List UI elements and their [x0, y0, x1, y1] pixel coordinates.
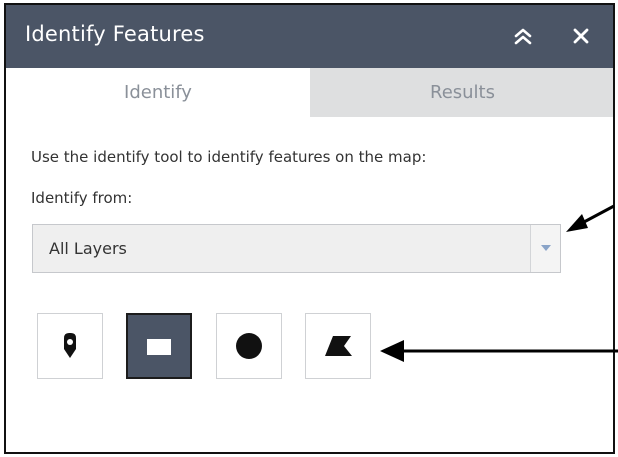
- polygon-tool-button[interactable]: [305, 313, 371, 379]
- tab-bar: Identify Results: [6, 68, 613, 117]
- layer-select-arrow[interactable]: [530, 225, 560, 272]
- collapse-button[interactable]: [511, 24, 535, 48]
- rectangle-tool-button[interactable]: [126, 313, 192, 379]
- identify-features-panel: Identify Features Identify Results Use t…: [4, 3, 615, 454]
- dropdown-arrow-icon: [541, 245, 551, 251]
- close-button[interactable]: [569, 24, 593, 48]
- identify-from-label: Identify from:: [31, 189, 133, 207]
- panel-header: Identify Features: [6, 5, 613, 68]
- tab-identify[interactable]: Identify: [6, 68, 310, 117]
- circle-icon: [236, 333, 262, 359]
- panel-title: Identify Features: [25, 22, 205, 46]
- layer-select[interactable]: All Layers: [32, 224, 561, 273]
- screenshot-canvas: Identify Features Identify Results Use t…: [0, 0, 618, 457]
- tab-results[interactable]: Results: [310, 68, 613, 117]
- polygon-icon: [325, 336, 352, 356]
- circle-tool-button[interactable]: [216, 313, 282, 379]
- point-tool-button[interactable]: [37, 313, 103, 379]
- layer-select-value: All Layers: [49, 239, 127, 258]
- close-icon: [573, 28, 589, 44]
- rectangle-icon: [147, 339, 171, 355]
- point-marker-icon: [64, 333, 76, 358]
- double-chevron-up-icon: [514, 28, 532, 45]
- instruction-text: Use the identify tool to identify featur…: [31, 148, 427, 166]
